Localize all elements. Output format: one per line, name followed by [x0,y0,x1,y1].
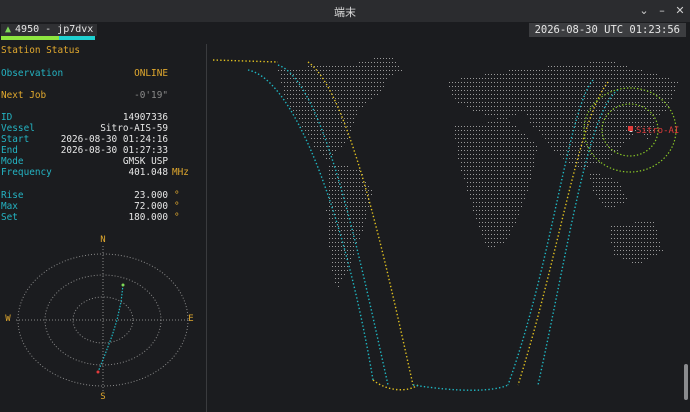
field-value: 14907336 [122,112,168,123]
pass-value: 23.000 [134,190,168,201]
pass-unit: ° [174,212,180,223]
minimize-button-icon[interactable]: – [656,5,668,17]
map-track-line [247,69,374,381]
field-value: 2026-08-30 01:27:33 [60,145,168,156]
utc-clock: 2026-08-30 UTC 01:23:56 [528,23,686,37]
terminal-scrollbar[interactable] [684,364,688,400]
field-value: 2026-08-30 01:24:16 [60,134,168,145]
field-value: 401.048 [128,167,168,178]
pass-value: 72.000 [134,201,168,212]
field-label: Start [1,134,30,145]
window-title: 端末 [334,6,356,19]
observation-value: ONLINE [134,68,168,79]
polar-south-label: S [100,392,105,402]
station-progress-fill [1,36,60,40]
polar-east-label: E [188,314,193,324]
next-job-value: -0'19" [134,90,168,101]
observation-label: Observation [1,68,64,79]
map-track-line [277,64,389,386]
polar-sky-plot: N E S W [5,235,193,402]
panel-divider [206,44,207,412]
map-ground-tracks [212,59,619,391]
map-track-line [212,59,279,63]
map-track-line [412,384,509,391]
polar-satellite-point [96,370,100,374]
field-label: ID [1,112,13,123]
map-satellite-marker [628,126,633,131]
next-job-label: Next Job [1,90,47,101]
station-tag: ▲ 4950 - jp7dvx [1,24,98,36]
pass-value: 180.000 [128,212,168,223]
map-track-line [372,379,419,391]
world-map: Sitro-AI [212,58,679,391]
polar-west-label: W [5,314,11,324]
station-progress-bar [1,36,95,40]
polar-rise-point [121,283,125,287]
map-track-line [507,79,594,386]
pass-unit: ° [174,201,180,212]
minimize-icon[interactable]: ⌄ [638,5,650,17]
station-online-icon: ▲ [5,24,12,35]
station-status-heading: Station Status [1,45,81,56]
map-satellite-label: Sitro-AI [636,126,679,136]
polar-rings [16,246,189,392]
field-value: GMSK USP [122,156,168,167]
pass-unit: ° [174,190,180,201]
field-label: Mode [1,156,24,167]
pass-label: Set [1,212,18,223]
field-label: End [1,145,18,156]
field-unit: MHz [172,167,189,178]
polar-north-label: N [100,235,105,245]
map-landmass [278,58,678,287]
field-label: Vessel [1,123,35,134]
close-icon[interactable]: ✕ [674,5,686,17]
map-track-line [517,81,609,386]
station-label: 4950 - jp7dvx [15,24,94,35]
field-value: Sitro-AIS-59 [100,123,168,134]
pass-label: Max [1,201,18,212]
pass-label: Rise [1,190,24,201]
window-titlebar: 端末 ⌄ – ✕ [0,0,690,23]
map-land-dots [278,58,678,287]
